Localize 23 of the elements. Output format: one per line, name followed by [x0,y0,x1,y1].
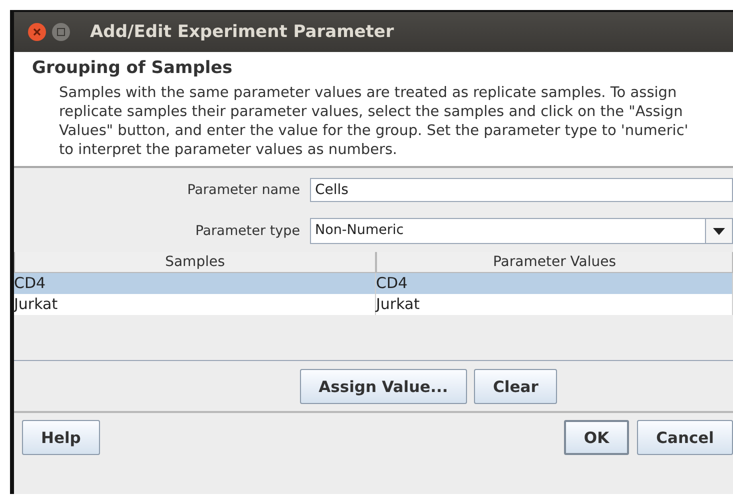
column-header[interactable]: Parameter Values [376,252,733,273]
table-cell[interactable]: Jurkat [376,294,733,315]
parameter-name-field[interactable]: Cells [310,178,733,202]
caret-icon [713,228,725,234]
description-text: Samples with the same parameter values are treated as replicate samples. To assign replicate samples their parameter values, select the samples and click on the "Assign Values" button, and enter the value for the group. Set the parameter type to 'numeric' to interpret the parameter values as numbers. [58,84,690,160]
close-button[interactable] [28,23,46,41]
window-title: Add/Edit Experiment Parameter [90,22,394,42]
dialog-button[interactable]: OK [564,420,630,455]
column-header[interactable]: Samples [14,252,376,273]
table-cell[interactable]: Jurkat [14,294,376,315]
table-cell[interactable]: CD4 [14,273,376,294]
table-cell[interactable]: CD4 [376,273,733,294]
action-button[interactable]: Clear [474,369,558,404]
field-label: Parameter type [194,223,300,239]
parameter-type-dropdown[interactable]: Non-Numeric [310,218,733,244]
close-icon [33,28,41,36]
help-button[interactable]: Help [22,420,100,455]
action-button[interactable]: Assign Value... [300,369,468,404]
field-label: Parameter name [186,182,300,198]
dialog-button[interactable]: Cancel [637,420,733,455]
maximize-button[interactable] [52,23,70,41]
maximize-icon [57,28,65,36]
section-title: Grouping of Samples [32,58,234,78]
